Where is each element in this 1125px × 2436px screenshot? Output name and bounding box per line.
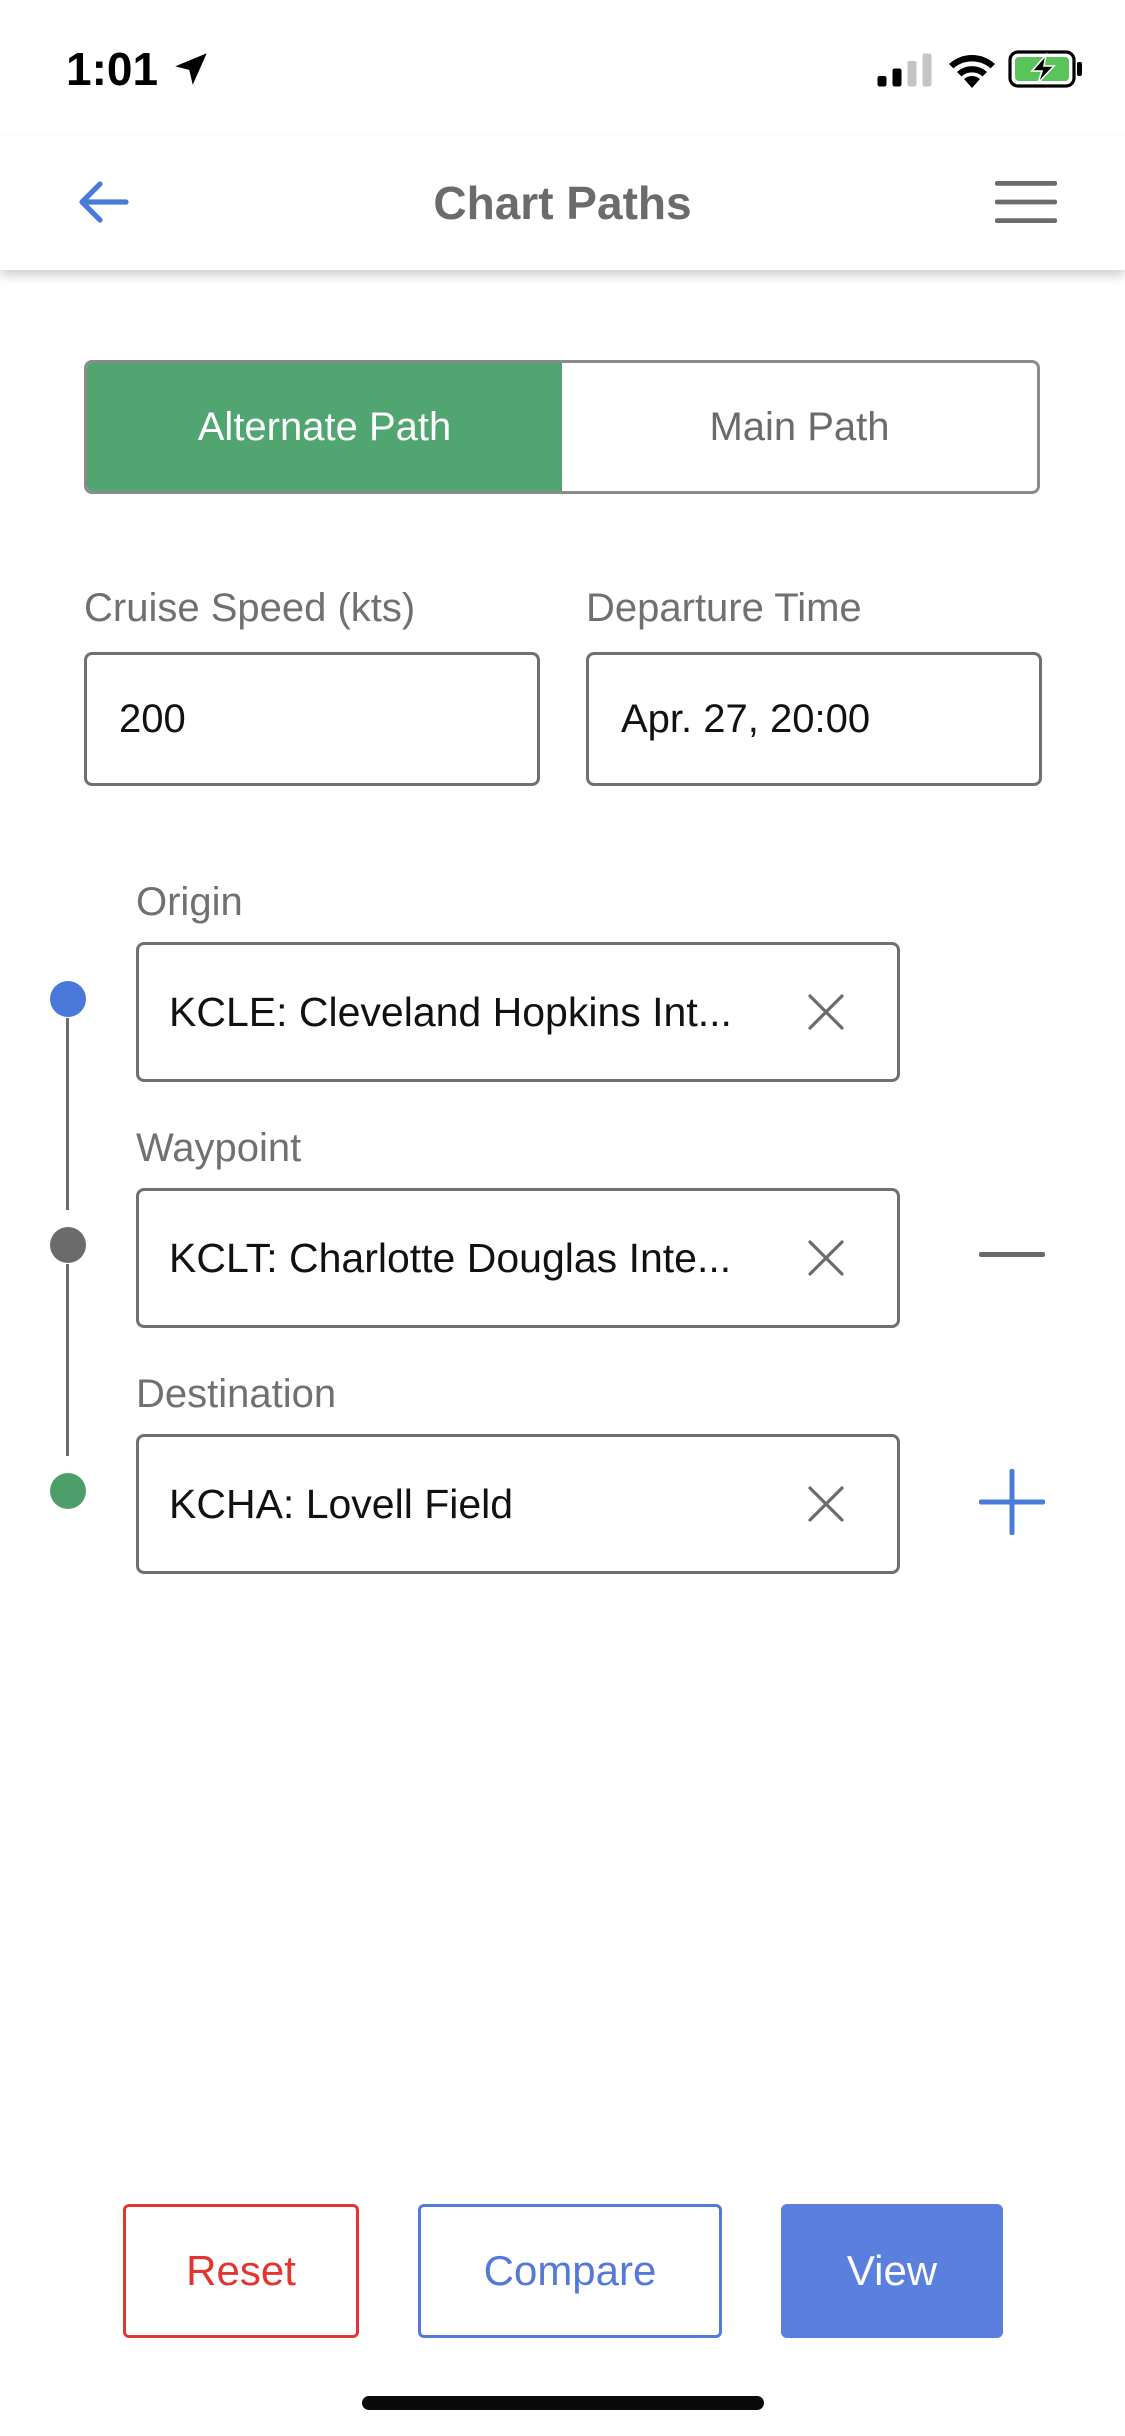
page-title: Chart Paths	[433, 177, 692, 229]
arrow-left-icon	[79, 181, 129, 223]
path-type-tabs: Alternate Path Main Path	[84, 360, 1040, 494]
origin-clear-button[interactable]	[799, 985, 853, 1039]
reset-button[interactable]: Reset	[123, 2204, 359, 2338]
minus-icon	[979, 1252, 1045, 1257]
route-connector-line	[66, 1018, 69, 1210]
status-time: 1:01	[66, 43, 159, 95]
waypoint-dot	[50, 1227, 86, 1263]
origin-input[interactable]: KCLE: Cleveland Hopkins Int...	[136, 942, 900, 1082]
destination-clear-button[interactable]	[799, 1477, 853, 1531]
hamburger-menu-icon	[995, 181, 1057, 223]
destination-value: KCHA: Lovell Field	[169, 1480, 514, 1527]
home-indicator	[362, 2396, 764, 2410]
destination-label: Destination	[136, 1372, 337, 1416]
origin-dot	[50, 981, 86, 1017]
origin-label: Origin	[136, 880, 243, 924]
destination-dot	[50, 1473, 86, 1509]
battery-charging-icon	[1008, 50, 1082, 88]
location-arrow-icon	[175, 53, 207, 85]
destination-input[interactable]: KCHA: Lovell Field	[136, 1434, 900, 1574]
cruise-speed-input[interactable]: 200	[84, 652, 540, 786]
waypoint-label: Waypoint	[136, 1126, 302, 1170]
remove-waypoint-button[interactable]	[976, 1218, 1048, 1290]
plus-icon	[979, 1469, 1045, 1535]
waypoint-value: KCLT: Charlotte Douglas Inte...	[169, 1234, 732, 1281]
view-button[interactable]: View	[781, 2204, 1003, 2338]
waypoint-clear-button[interactable]	[799, 1231, 853, 1285]
route-connector-line	[66, 1264, 69, 1456]
origin-value: KCLE: Cleveland Hopkins Int...	[169, 988, 732, 1035]
add-waypoint-button[interactable]	[976, 1466, 1048, 1538]
departure-time-input[interactable]: Apr. 27, 20:00	[586, 652, 1042, 786]
wifi-icon	[949, 55, 995, 88]
tab-main-path[interactable]: Main Path	[562, 363, 1037, 491]
close-x-icon	[808, 1486, 844, 1522]
close-x-icon	[808, 994, 844, 1030]
cruise-speed-label: Cruise Speed (kts)	[84, 586, 416, 630]
back-button[interactable]	[62, 162, 142, 242]
compare-button[interactable]: Compare	[418, 2204, 722, 2338]
close-x-icon	[808, 1240, 844, 1276]
tab-alternate-path[interactable]: Alternate Path	[87, 363, 562, 491]
departure-time-label: Departure Time	[586, 586, 862, 630]
waypoint-input[interactable]: KCLT: Charlotte Douglas Inte...	[136, 1188, 900, 1328]
app-header: Chart Paths	[0, 136, 1125, 270]
status-bar: 1:01	[0, 0, 1125, 136]
cellular-signal-icon	[877, 53, 932, 87]
menu-button[interactable]	[990, 162, 1062, 242]
